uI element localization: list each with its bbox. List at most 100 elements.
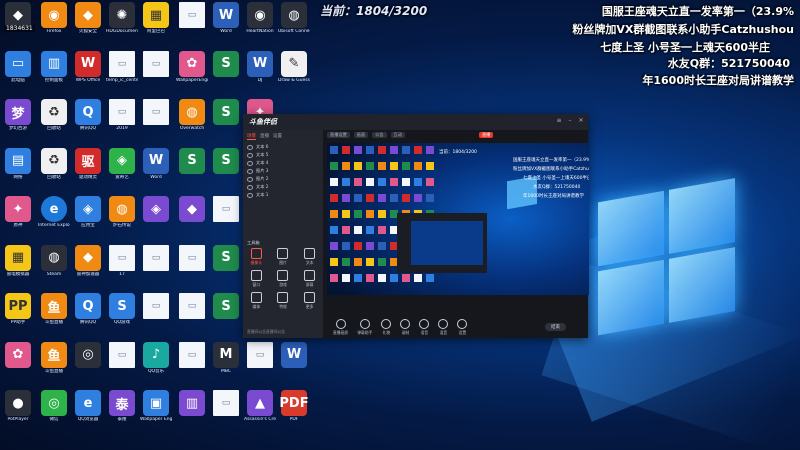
toolbox-item[interactable]: 特效 <box>270 292 297 310</box>
desktop-icon[interactable]: Q 腾讯QQ <box>72 293 104 326</box>
desktop-icon[interactable]: ▥ 控制面板 <box>38 50 70 84</box>
desktop-icon[interactable]: W Word <box>210 2 242 35</box>
desktop-icon[interactable]: ▭ <box>210 196 242 223</box>
desktop-icon[interactable]: ◉ HeartNation <box>244 2 276 35</box>
toolbox-item[interactable]: 图片 <box>270 248 297 266</box>
source-item[interactable]: 文本 5 <box>243 151 323 159</box>
source-item[interactable]: 文本 4 <box>243 159 323 167</box>
desktop-icon[interactable]: 梦梦幻西游 <box>2 99 34 132</box>
toolbox-item[interactable]: 文本 <box>296 248 323 266</box>
desktop-icon[interactable]: ◎ 微信 <box>38 390 70 423</box>
desktop-icon[interactable]: W DJ <box>244 50 276 84</box>
desktop-icon[interactable]: ▭ temp_ic_center <box>106 50 138 84</box>
visibility-eye-icon[interactable] <box>247 152 253 158</box>
desktop-icon[interactable]: ▭ 17 <box>106 244 138 278</box>
source-item[interactable]: 图片 2 <box>243 175 323 183</box>
desktop-icon[interactable]: ▭ <box>176 341 208 369</box>
desktop-icon[interactable]: ◆ 雷神加速器 <box>72 244 104 278</box>
tab-scene[interactable]: 场景 <box>247 133 256 140</box>
visibility-eye-icon[interactable] <box>247 168 253 174</box>
live-badge[interactable]: 直播 <box>478 131 494 138</box>
bottom-tool-button[interactable]: 混音 <box>438 318 449 336</box>
desktop-icon[interactable]: PDF PDF <box>278 390 310 423</box>
toolbox-item[interactable]: 更多 <box>296 292 323 310</box>
desktop-icon[interactable]: ◈ 应用宝 <box>72 196 104 229</box>
desktop-icon[interactable]: ▦ 雷电模拟器 <box>2 244 34 278</box>
toolbox-item[interactable]: 游戏 <box>270 270 297 288</box>
desktop-icon[interactable]: ▤ 网络 <box>2 147 34 181</box>
desktop-icon[interactable]: ▭ <box>140 244 172 272</box>
visibility-eye-icon[interactable] <box>247 176 253 182</box>
tab-live-settings[interactable]: 直播设置 <box>327 131 350 138</box>
desktop-icon[interactable]: ▣Wallpaper Engine <box>140 390 172 423</box>
desktop-icon[interactable]: ✺HDGDocumentor <box>106 2 138 35</box>
bottom-tool-button[interactable]: 直播画质 <box>333 318 348 336</box>
desktop-icon[interactable]: S <box>176 147 208 175</box>
desktop-icon[interactable]: S <box>210 293 242 320</box>
source-item[interactable]: 文本 2 <box>243 183 323 191</box>
stream-preview[interactable]: 国服王座魂天立直一发率第一（23.9% 粉丝牌加VX群截图联系小助手Catzhu… <box>327 143 589 295</box>
desktop-icon[interactable]: ◍ 炉石传说 <box>106 196 138 229</box>
tab-interact[interactable]: 互动 <box>390 131 405 138</box>
source-item[interactable]: 文本 6 <box>243 143 323 151</box>
desktop-icon[interactable]: ▲Assassin's Creed Odyssey <box>244 390 276 423</box>
desktop-icon[interactable]: ▭ <box>244 341 276 369</box>
toolbox-item[interactable]: 窗口 <box>243 270 270 288</box>
desktop-icon[interactable]: ◆ <box>176 196 208 223</box>
desktop-icon[interactable]: ♻ 回收站 <box>38 99 70 132</box>
desktop-icon[interactable]: ✿ <box>2 341 34 369</box>
visibility-eye-icon[interactable] <box>247 144 253 150</box>
desktop-icon[interactable]: 鱼斗鱼直播 <box>38 293 70 326</box>
desktop-icon[interactable]: 泰泰隆 <box>106 390 138 423</box>
desktop-icon[interactable]: Q 腾讯QQ <box>72 99 104 132</box>
desktop-icon[interactable]: 驱驱动精灵 <box>72 147 104 181</box>
bottom-tool-button[interactable]: 弹幕助手 <box>357 318 372 336</box>
desktop-icon[interactable]: S <box>210 99 242 126</box>
toolbox-item[interactable]: 屏幕 <box>296 270 323 288</box>
desktop-icon[interactable]: ◎ <box>72 341 104 369</box>
desktop-icon[interactable]: ▭ <box>106 341 138 369</box>
menu-icon[interactable]: ≡ <box>556 118 562 124</box>
desktop-icon[interactable]: ✿WallpaperEngine <box>176 50 208 84</box>
desktop-icon[interactable]: ▭ <box>140 293 172 320</box>
desktop-icon[interactable]: S QQ游戏 <box>106 293 138 326</box>
toolbox-item[interactable]: 媒体 <box>243 292 270 310</box>
desktop-icon[interactable]: W WPS Office <box>72 50 104 84</box>
desktop-icon[interactable]: ▭ <box>176 244 208 272</box>
visibility-eye-icon[interactable] <box>247 160 253 166</box>
desktop-icon[interactable]: ▭ 2019 <box>106 99 138 132</box>
desktop-icon[interactable]: ● PotPlayer <box>2 390 34 423</box>
stream-app-window[interactable]: 斗鱼伴侣 ≡ – ✕ 场景 直播 设置 文本 6 文本 5 文本 4 图片 3 图片 2… <box>243 114 589 338</box>
desktop-icon[interactable]: ◍ Overwatch <box>176 99 208 132</box>
desktop-icon[interactable]: ▭ <box>210 390 242 417</box>
desktop-icon[interactable]: W <box>278 341 310 369</box>
minimize-icon[interactable]: – <box>567 118 573 124</box>
desktop-icon[interactable]: ♪ QQ音乐 <box>140 341 172 375</box>
desktop-icon[interactable]: ▭ <box>176 293 208 320</box>
desktop-icon[interactable]: ◍Ubisoft Connect <box>278 2 310 35</box>
desktop-icon[interactable]: eInternet Explorer <box>38 196 70 229</box>
desktop-icon[interactable]: ✦ 原神 <box>2 196 34 229</box>
desktop-icon[interactable]: ▭ <box>140 50 172 78</box>
desktop-icon[interactable]: S <box>210 147 242 175</box>
close-icon[interactable]: ✕ <box>578 118 584 124</box>
source-item[interactable]: 文本 1 <box>243 191 323 199</box>
visibility-eye-icon[interactable] <box>247 184 253 190</box>
bottom-tool-button[interactable]: 录制 <box>400 318 411 336</box>
bottom-tool-button[interactable]: 语音 <box>419 318 430 336</box>
tab-live[interactable]: 直播 <box>260 133 269 140</box>
desktop-icon[interactable]: ▦ 阿里巴巴 <box>140 2 172 35</box>
desktop-icon[interactable]: W Word <box>140 147 172 181</box>
desktop-icon[interactable]: ◆ 火狐安全 <box>72 2 104 35</box>
desktop-icon[interactable]: ✎ Draw & Guess <box>278 50 310 84</box>
desktop-icon[interactable]: ▭ <box>176 2 208 29</box>
desktop-icon[interactable]: ◍ Steam <box>38 244 70 278</box>
desktop-icon[interactable]: ♻ 回收站 <box>38 147 70 181</box>
end-stream-button[interactable]: 结束 <box>545 323 566 331</box>
desktop-icon[interactable]: ◈ 爱奇艺 <box>106 147 138 181</box>
desktop-icon[interactable]: 鱼斗鱼直播 <box>38 341 70 375</box>
desktop-icon[interactable]: e QQ浏览器 <box>72 390 104 423</box>
desktop-icon[interactable]: M MBC <box>210 341 242 375</box>
tab-notice[interactable]: 公告 <box>372 131 387 138</box>
desktop-icon[interactable]: ◉ Firefox <box>38 2 70 35</box>
